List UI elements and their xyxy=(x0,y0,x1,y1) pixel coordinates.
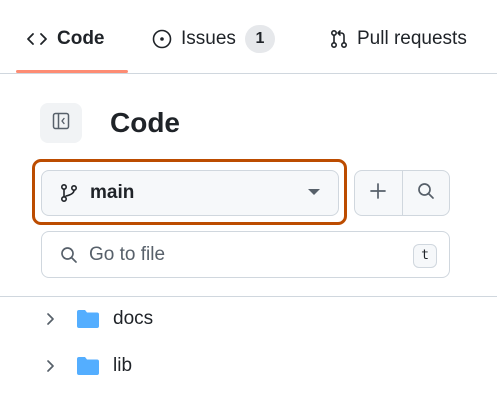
sidebar-toggle-button[interactable] xyxy=(40,103,82,143)
tree-item-label: lib xyxy=(113,355,133,376)
chevron-down-icon xyxy=(308,189,320,195)
tree-item-docs[interactable]: docs xyxy=(44,304,153,334)
chevron-right-icon[interactable] xyxy=(44,359,60,373)
folder-icon xyxy=(76,309,100,329)
panel-title: Code xyxy=(110,107,180,138)
tree-item-label: docs xyxy=(113,308,154,329)
go-to-file-placeholder: Go to file xyxy=(89,243,166,265)
git-pull-request-icon xyxy=(330,29,348,49)
tab-code-label: Code xyxy=(57,28,105,49)
search-code-button[interactable] xyxy=(401,171,450,215)
sidebar-collapse-icon xyxy=(52,112,70,135)
tab-pull-requests-label: Pull requests xyxy=(357,28,467,49)
chevron-right-icon[interactable] xyxy=(44,312,60,326)
tab-pull-requests[interactable]: Pull requests xyxy=(330,22,467,56)
issues-count-badge: 1 xyxy=(244,25,275,53)
go-to-file-input[interactable]: Go to file t xyxy=(41,231,450,278)
folder-icon xyxy=(76,356,100,376)
code-icon xyxy=(26,31,48,47)
tab-issues-label: Issues xyxy=(181,28,236,49)
branch-select-button[interactable]: main xyxy=(41,170,339,216)
tab-code[interactable]: Code xyxy=(26,22,105,56)
search-icon xyxy=(60,246,78,264)
branch-name: main xyxy=(90,182,135,203)
tree-item-lib[interactable]: lib xyxy=(44,351,132,381)
active-tab-underline xyxy=(16,70,128,73)
issue-opened-icon xyxy=(152,29,172,49)
search-icon xyxy=(417,182,435,205)
git-branch-icon xyxy=(60,183,78,203)
repo-nav: Code Issues 1 Pull requests xyxy=(0,0,497,74)
keyboard-shortcut-badge: t xyxy=(413,244,437,268)
tree-divider xyxy=(0,296,497,297)
plus-icon xyxy=(369,182,387,205)
file-actions-group xyxy=(354,170,450,216)
add-file-button[interactable] xyxy=(355,171,402,215)
tab-issues[interactable]: Issues 1 xyxy=(152,22,275,56)
